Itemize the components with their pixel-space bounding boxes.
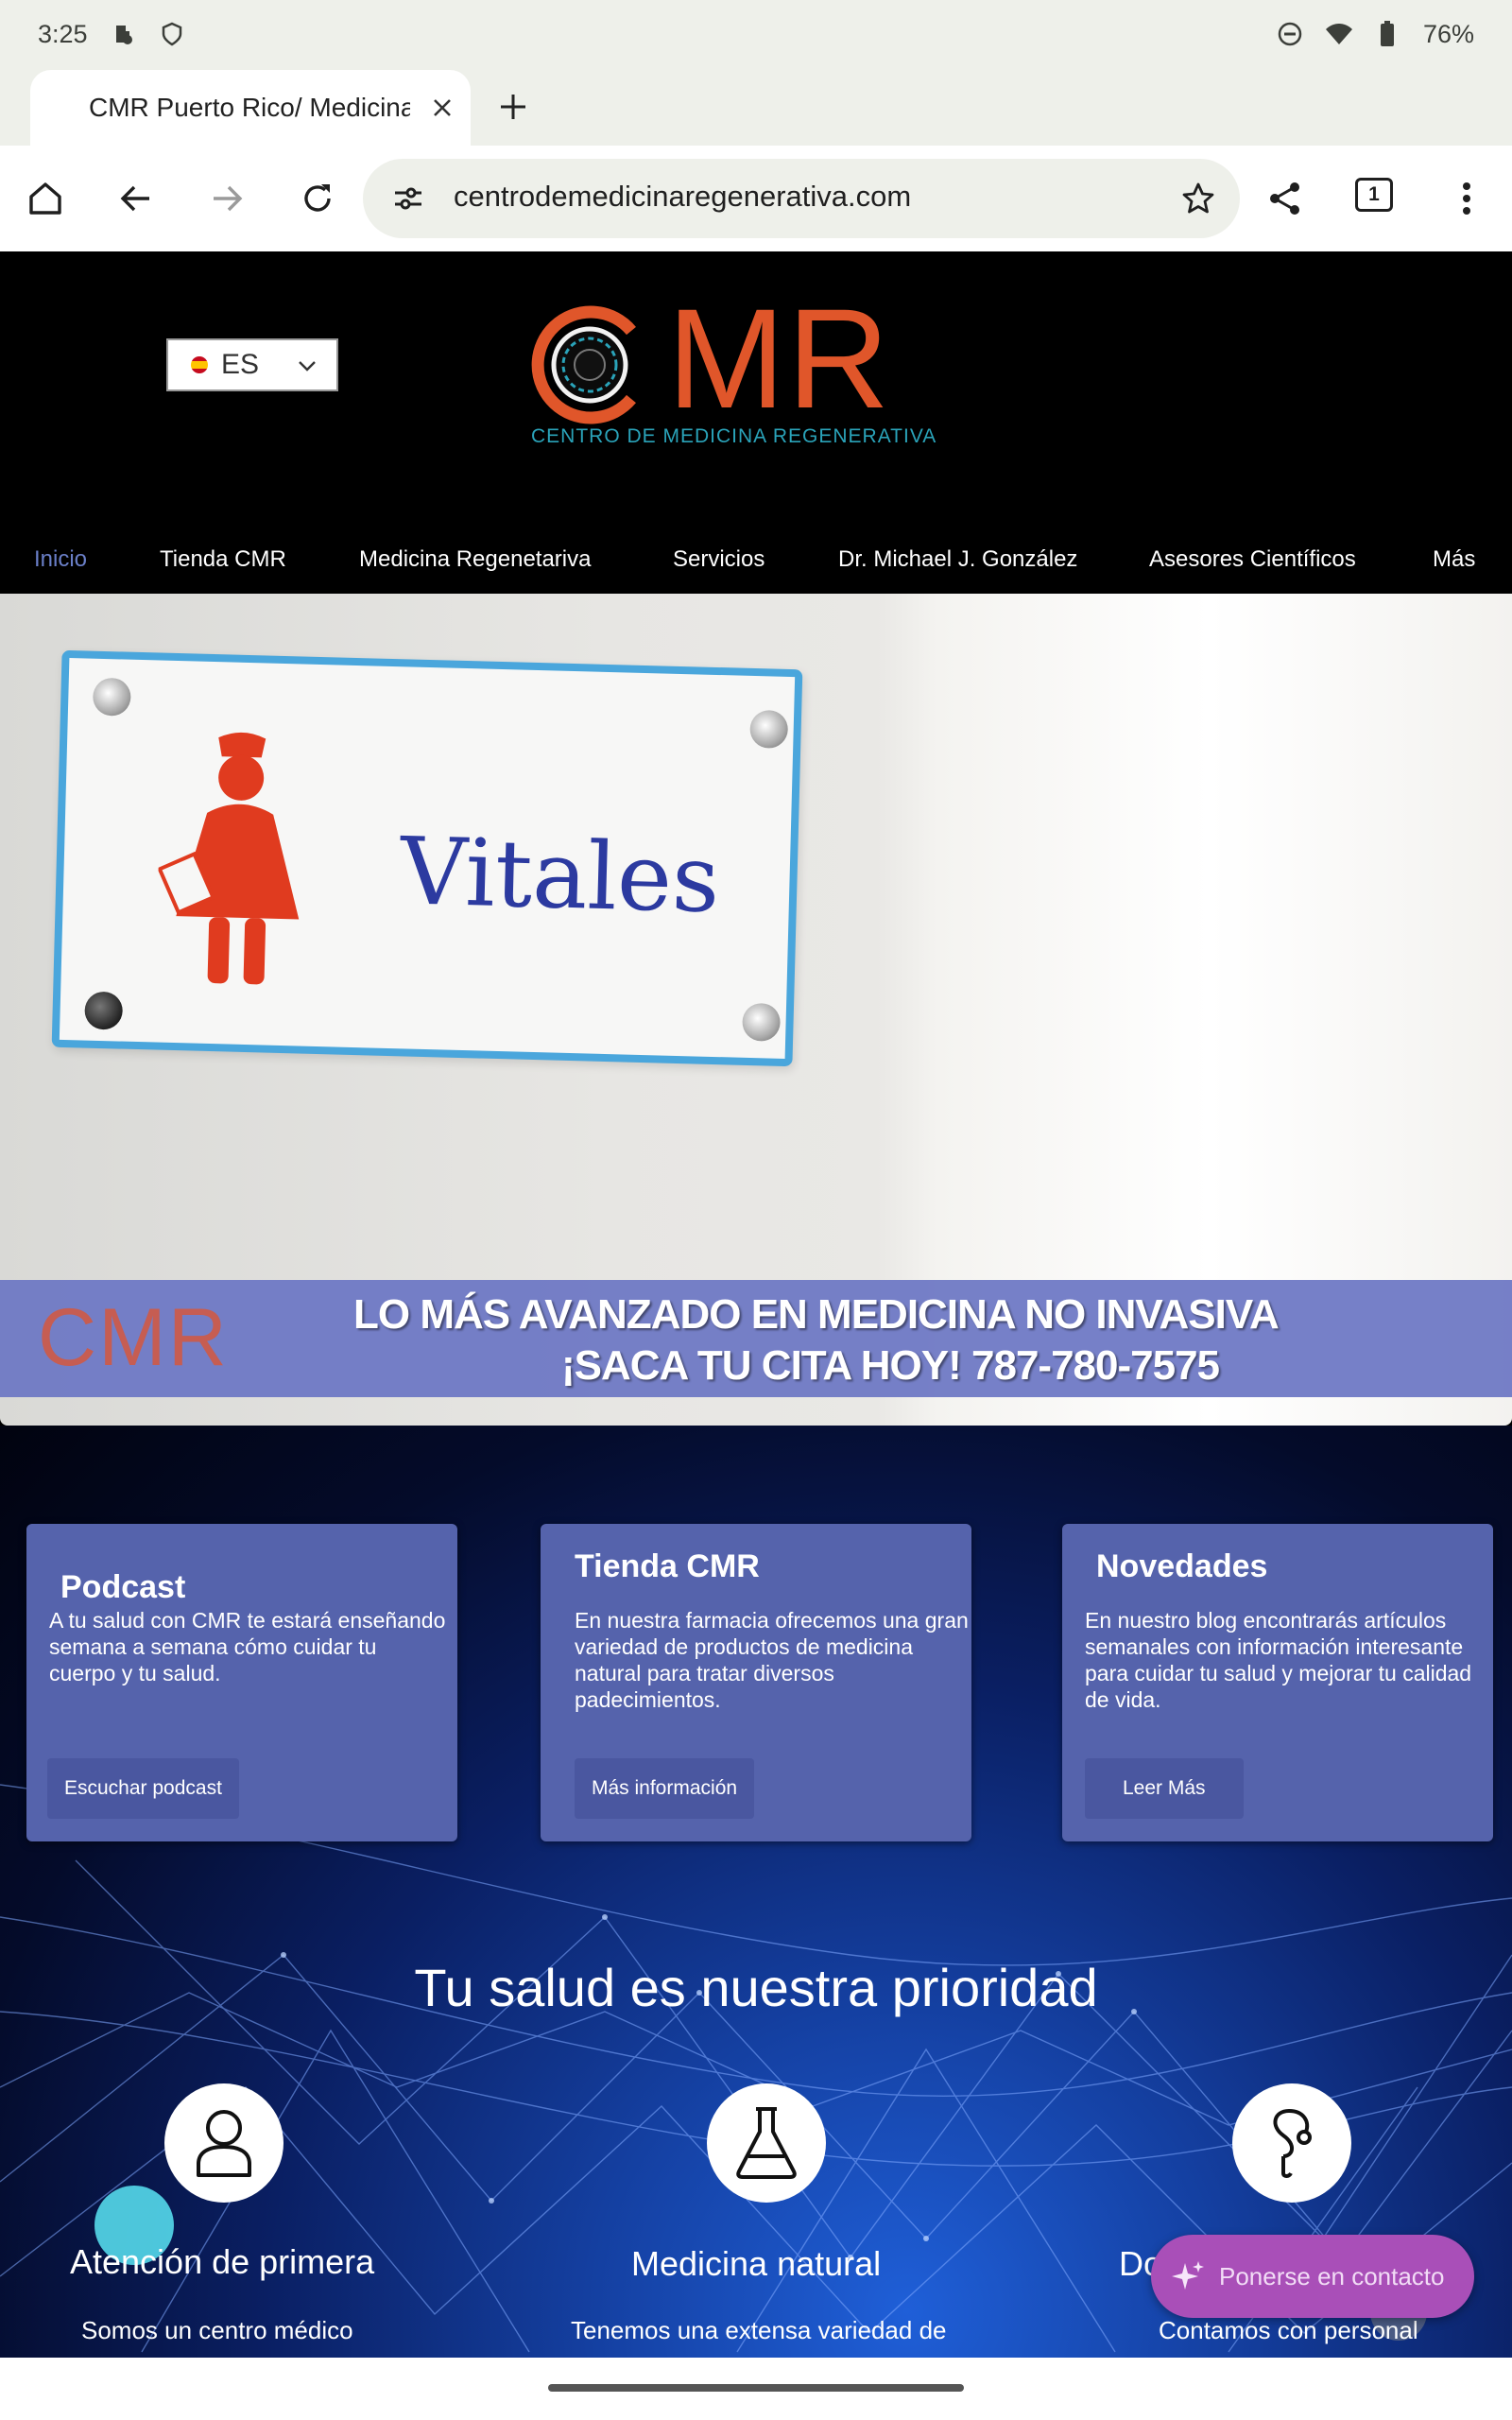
main-nav: Inicio Tienda CMR Medicina Regenetariva … <box>0 527 1512 594</box>
nav-item-asesores[interactable]: Asesores Científicos <box>1149 546 1356 573</box>
chevron-down-icon <box>299 361 316 372</box>
card-title: Novedades <box>1096 1548 1268 1584</box>
spain-flag-icon <box>191 356 208 373</box>
nav-item-mas[interactable]: Más <box>1433 546 1475 573</box>
listen-podcast-button[interactable]: Escuchar podcast <box>47 1758 239 1819</box>
logo-letters: MR <box>667 279 892 438</box>
cmr-logo[interactable]: MR CENTRO DE MEDICINA REGENERATIVA <box>527 287 937 454</box>
nav-item-inicio[interactable]: Inicio <box>34 546 87 573</box>
home-gesture-handle[interactable] <box>548 2384 964 2392</box>
status-time: 3:25 <box>38 19 88 48</box>
card-tienda: Tienda CMR En nuestra farmacia ofrecemos… <box>541 1524 971 1841</box>
vitales-sign: Vitales <box>51 649 803 1067</box>
feature-title: Atención de primera <box>70 2242 375 2281</box>
card-title: Podcast <box>60 1569 186 1605</box>
shield-icon <box>158 20 186 48</box>
banner-logo: CMR <box>38 1292 229 1383</box>
feature-text: Tenemos una extensa variedad de <box>571 2316 947 2344</box>
close-icon[interactable] <box>425 91 459 125</box>
home-icon[interactable] <box>19 172 72 225</box>
site-header: ES MR CENTRO DE MEDICINA REGENERATIVA In… <box>0 251 1512 594</box>
screw <box>84 991 124 1030</box>
sign-text: Vitales <box>399 818 721 935</box>
tab-switcher-button[interactable]: 1 <box>1355 178 1393 212</box>
read-more-button[interactable]: Leer Más <box>1085 1758 1244 1819</box>
wifi-icon <box>1325 20 1353 48</box>
screw <box>749 709 789 749</box>
banner-phone: ¡SACA TU CITA HOY! 787-780-7575 <box>561 1342 1220 1389</box>
language-selector[interactable]: ES <box>166 338 338 391</box>
dnd-icon <box>1276 20 1304 48</box>
feature-text: Contamos con personal <box>1159 2316 1418 2344</box>
card-podcast: Podcast A tu salud con CMR te estará ens… <box>26 1524 457 1841</box>
card-novedades: Novedades En nuestro blog encontrarás ar… <box>1062 1524 1493 1841</box>
logo-lens-icon <box>531 305 636 424</box>
site-settings-icon[interactable] <box>387 178 429 219</box>
web-page: ES MR CENTRO DE MEDICINA REGENERATIVA In… <box>0 251 1512 2358</box>
feature-icon-circle <box>707 2083 826 2203</box>
new-tab-plus-icon[interactable] <box>491 85 535 129</box>
card-text: En nuestra farmacia ofrecemos una gran v… <box>575 1608 969 1712</box>
nav-item-medicina[interactable]: Medicina Regenetariva <box>359 546 591 573</box>
url-text: centrodemedicinaregenerativa.com <box>454 180 912 213</box>
share-icon[interactable] <box>1259 172 1312 225</box>
battery-icon <box>1374 20 1402 48</box>
tab-strip: CMR Puerto Rico/ Medicina <box>0 68 1512 146</box>
feature-text: Somos un centro médico <box>81 2316 353 2344</box>
flask-icon <box>736 2107 797 2179</box>
hero-video[interactable]: Vitales CMR LO MÁS AVANZADO EN MEDICINA … <box>0 594 1512 1426</box>
card-text: A tu salud con CMR te estará enseñando s… <box>49 1608 446 1685</box>
status-bar: 3:25 76% <box>0 0 1512 68</box>
banner-headline: LO MÁS AVANZADO EN MEDICINA NO INVASIVA <box>353 1291 1280 1338</box>
feature-title: Medicina natural <box>631 2244 882 2283</box>
nurse-icon <box>157 732 300 985</box>
more-menu-icon[interactable] <box>1440 172 1493 225</box>
hero-banner: CMR LO MÁS AVANZADO EN MEDICINA NO INVAS… <box>0 1280 1512 1397</box>
reload-icon[interactable] <box>291 172 344 225</box>
nav-item-servicios[interactable]: Servicios <box>673 546 765 573</box>
priority-heading: Tu salud es nuestra prioridad <box>414 1958 1098 2017</box>
card-title: Tienda CMR <box>575 1548 760 1584</box>
sparkle-icon <box>1172 2261 1204 2290</box>
screw <box>742 1002 782 1042</box>
screw <box>92 677 131 717</box>
language-label: ES <box>221 349 260 380</box>
more-info-button[interactable]: Más información <box>575 1758 755 1819</box>
contact-button[interactable]: Ponerse en contacto <box>1151 2235 1474 2318</box>
back-arrow-icon[interactable] <box>110 172 163 225</box>
browser-tab[interactable]: CMR Puerto Rico/ Medicina <box>30 70 471 146</box>
browser-toolbar: centrodemedicinaregenerativa.com <box>0 146 1512 251</box>
contact-label: Ponerse en contacto <box>1219 2261 1445 2290</box>
forward-arrow-icon[interactable] <box>200 172 253 225</box>
gesture-nav-bar <box>0 2358 1512 2420</box>
feature-icon-circle <box>164 2083 284 2203</box>
bookmark-star-icon[interactable] <box>1177 178 1219 219</box>
nav-item-doctor[interactable]: Dr. Michael J. González <box>838 546 1077 573</box>
tab-title: CMR Puerto Rico/ Medicina <box>89 93 410 122</box>
stethoscope-icon <box>1273 2109 1312 2178</box>
nav-item-tienda[interactable]: Tienda CMR <box>160 546 286 573</box>
logo-subtitle: CENTRO DE MEDICINA REGENERATIVA <box>531 425 937 447</box>
address-bar[interactable]: centrodemedicinaregenerativa.com <box>363 159 1240 238</box>
person-icon <box>197 2110 251 2177</box>
battery-level: 76% <box>1422 19 1474 48</box>
card-text: En nuestro blog encontrarás artículos se… <box>1085 1608 1472 1712</box>
work-profile-icon <box>109 20 137 48</box>
feature-icon-circle <box>1232 2083 1351 2203</box>
